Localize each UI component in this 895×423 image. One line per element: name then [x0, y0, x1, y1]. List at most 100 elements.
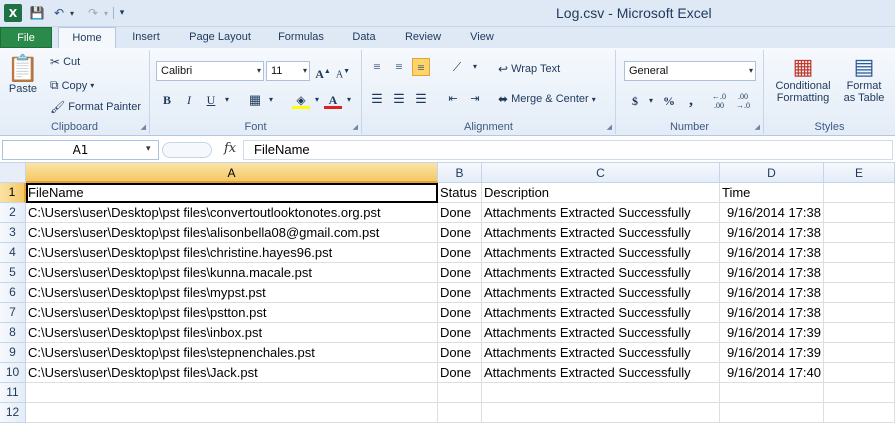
- orientation-icon[interactable]: ⟋: [448, 58, 466, 76]
- cell-d1[interactable]: Time: [720, 183, 824, 203]
- cell-d10[interactable]: 9/16/2014 17:40: [720, 363, 824, 383]
- align-bottom-icon[interactable]: ≡: [412, 58, 430, 76]
- format-painter-button[interactable]: 🖌 Format Painter: [50, 100, 141, 114]
- decrease-indent-icon[interactable]: ⇤: [444, 90, 462, 108]
- row-header[interactable]: 9: [0, 343, 26, 363]
- cell-c6[interactable]: Attachments Extracted Successfully: [482, 283, 720, 303]
- chevron-down-icon[interactable]: ▾: [146, 144, 151, 154]
- clipboard-launcher-icon[interactable]: ◢: [141, 123, 146, 131]
- merge-dropdown-icon[interactable]: ▾: [592, 95, 596, 104]
- cell-b7[interactable]: Done: [438, 303, 482, 323]
- undo-dropdown-icon[interactable]: ▾: [68, 4, 76, 22]
- redo-dropdown-icon[interactable]: ▾: [102, 4, 110, 22]
- format-as-table-button[interactable]: ▤ Format as Table: [838, 54, 890, 104]
- cell-a9[interactable]: C:\Users\user\Desktop\pst files\stepnenc…: [26, 343, 438, 363]
- tab-page-layout[interactable]: Page Layout: [180, 27, 260, 48]
- cell-d2[interactable]: 9/16/2014 17:38: [720, 203, 824, 223]
- row-header[interactable]: 8: [0, 323, 26, 343]
- name-box[interactable]: A1: [2, 140, 159, 160]
- cell-a6[interactable]: C:\Users\user\Desktop\pst files\mypst.ps…: [26, 283, 438, 303]
- copy-dropdown-icon[interactable]: ▾: [90, 81, 94, 90]
- alignment-launcher-icon[interactable]: ◢: [607, 123, 612, 131]
- redo-icon[interactable]: ↷: [84, 4, 102, 22]
- cell-e10[interactable]: [824, 363, 895, 383]
- cell-e9[interactable]: [824, 343, 895, 363]
- cell-a4[interactable]: C:\Users\user\Desktop\pst files\christin…: [26, 243, 438, 263]
- cell-e5[interactable]: [824, 263, 895, 283]
- tab-home[interactable]: Home: [58, 27, 116, 49]
- row-header[interactable]: 10: [0, 363, 26, 383]
- cell-c8[interactable]: Attachments Extracted Successfully: [482, 323, 720, 343]
- cell-b4[interactable]: Done: [438, 243, 482, 263]
- decrease-decimal-icon[interactable]: .00 →.0: [734, 92, 752, 110]
- cell-e8[interactable]: [824, 323, 895, 343]
- cell-a12[interactable]: [26, 403, 438, 423]
- tab-review[interactable]: Review: [396, 27, 450, 48]
- cell-d4[interactable]: 9/16/2014 17:38: [720, 243, 824, 263]
- italic-icon[interactable]: I: [180, 91, 198, 109]
- conditional-formatting-button[interactable]: ▦ Conditional Formatting: [768, 54, 838, 104]
- cell-d8[interactable]: 9/16/2014 17:39: [720, 323, 824, 343]
- cell-b9[interactable]: Done: [438, 343, 482, 363]
- cell-d6[interactable]: 9/16/2014 17:38: [720, 283, 824, 303]
- cell-b6[interactable]: Done: [438, 283, 482, 303]
- cell-b8[interactable]: Done: [438, 323, 482, 343]
- row-header[interactable]: 11: [0, 383, 26, 403]
- align-middle-icon[interactable]: ≡: [390, 58, 408, 76]
- row-header[interactable]: 12: [0, 403, 26, 423]
- column-header-a[interactable]: A: [26, 163, 438, 183]
- cell-d5[interactable]: 9/16/2014 17:38: [720, 263, 824, 283]
- paste-button[interactable]: 📋 Paste: [6, 54, 40, 95]
- borders-dropdown-icon[interactable]: ▾: [262, 91, 280, 109]
- increase-indent-icon[interactable]: ⇥: [466, 90, 484, 108]
- font-name-combo[interactable]: Calibri ▾: [156, 61, 264, 81]
- cell-b12[interactable]: [438, 403, 482, 423]
- number-launcher-icon[interactable]: ◢: [755, 123, 760, 131]
- merge-center-button[interactable]: ⬌ Merge & Center ▾: [498, 92, 596, 106]
- cell-a5[interactable]: C:\Users\user\Desktop\pst files\kunna.ma…: [26, 263, 438, 283]
- align-top-icon[interactable]: ≡: [368, 58, 386, 76]
- orientation-dropdown-icon[interactable]: ▾: [466, 58, 484, 76]
- cell-b10[interactable]: Done: [438, 363, 482, 383]
- cell-d7[interactable]: 9/16/2014 17:38: [720, 303, 824, 323]
- bold-icon[interactable]: B: [158, 91, 176, 109]
- cell-a11[interactable]: [26, 383, 438, 403]
- font-color-dropdown-icon[interactable]: ▾: [340, 91, 358, 109]
- cell-c10[interactable]: Attachments Extracted Successfully: [482, 363, 720, 383]
- cell-e7[interactable]: [824, 303, 895, 323]
- cell-e11[interactable]: [824, 383, 895, 403]
- cell-a10[interactable]: C:\Users\user\Desktop\pst files\Jack.pst: [26, 363, 438, 383]
- customize-qat-icon[interactable]: ▾: [117, 4, 127, 22]
- grow-font-icon[interactable]: A▲: [314, 62, 332, 81]
- align-center-icon[interactable]: ☰: [390, 90, 408, 108]
- tab-insert[interactable]: Insert: [122, 27, 170, 48]
- cell-c7[interactable]: Attachments Extracted Successfully: [482, 303, 720, 323]
- tab-view[interactable]: View: [460, 27, 504, 48]
- row-header[interactable]: 7: [0, 303, 26, 323]
- cell-d9[interactable]: 9/16/2014 17:39: [720, 343, 824, 363]
- wrap-text-button[interactable]: ↩ Wrap Text: [498, 62, 560, 76]
- column-header-d[interactable]: D: [720, 163, 824, 183]
- cell-d12[interactable]: [720, 403, 824, 423]
- excel-app-icon[interactable]: X: [4, 4, 22, 22]
- currency-dropdown-icon[interactable]: ▾: [642, 92, 660, 110]
- column-header-c[interactable]: C: [482, 163, 720, 183]
- tab-data[interactable]: Data: [342, 27, 386, 48]
- row-header[interactable]: 5: [0, 263, 26, 283]
- shrink-font-icon[interactable]: A▼: [334, 62, 352, 80]
- cell-a2[interactable]: C:\Users\user\Desktop\pst files\converto…: [26, 203, 438, 223]
- cell-b3[interactable]: Done: [438, 223, 482, 243]
- cell-e6[interactable]: [824, 283, 895, 303]
- cell-c1[interactable]: Description: [482, 183, 720, 203]
- cell-a7[interactable]: C:\Users\user\Desktop\pst files\pstton.p…: [26, 303, 438, 323]
- row-header[interactable]: 1: [0, 183, 26, 203]
- copy-button[interactable]: ⧉ Copy ▾: [50, 78, 94, 93]
- cell-c2[interactable]: Attachments Extracted Successfully: [482, 203, 720, 223]
- column-header-b[interactable]: B: [438, 163, 482, 183]
- formula-bar-splitter[interactable]: [162, 142, 212, 158]
- undo-icon[interactable]: ↶: [50, 4, 68, 22]
- number-format-combo[interactable]: General ▾: [624, 61, 756, 81]
- row-header[interactable]: 3: [0, 223, 26, 243]
- row-header[interactable]: 4: [0, 243, 26, 263]
- cell-a8[interactable]: C:\Users\user\Desktop\pst files\inbox.ps…: [26, 323, 438, 343]
